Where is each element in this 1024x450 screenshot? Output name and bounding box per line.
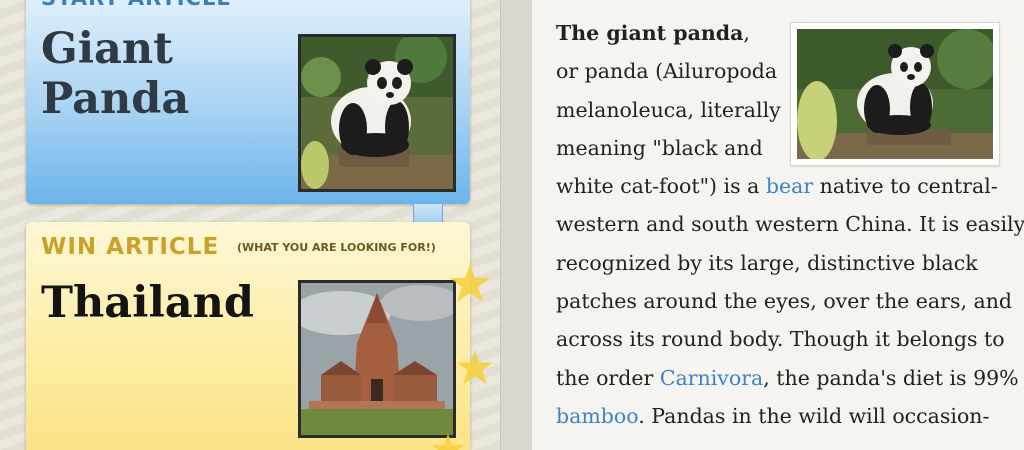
win-article-hint: (WHAT YOU ARE LOOKING FOR!) (237, 241, 436, 254)
article-body: The giant panda, or panda (Ailuropoda me… (556, 14, 1024, 435)
win-article-label: WIN ARTICLE (41, 234, 220, 260)
article-view[interactable]: The giant panda, or panda (Ailuropoda me… (532, 0, 1024, 450)
article-line: bamboo. Pandas in the wild will occasion… (556, 403, 990, 428)
start-article-title: Giant Panda (41, 24, 190, 124)
win-article-title: Thailand (41, 278, 254, 328)
panda-photo-icon (298, 34, 456, 192)
start-article-label: START ARTICLE (41, 0, 232, 10)
link-carnivora[interactable]: Carnivora (660, 366, 763, 390)
article-line: meaning "black and (556, 135, 763, 160)
article-line: melanoleuca, literally (556, 97, 781, 122)
temple-photo-icon (298, 280, 456, 438)
article-line: white cat-foot") is a bear native to cen… (556, 174, 998, 199)
article-line: western and south western China. It is e… (556, 212, 1024, 237)
game-panel: START ARTICLE Giant Panda (0, 0, 500, 450)
start-article-card[interactable]: START ARTICLE Giant Panda (26, 0, 470, 204)
article-line: the order Carnivora, the panda's diet is… (556, 365, 1019, 390)
article-line: patches around the eyes, over the ears, … (556, 289, 1013, 314)
article-line: or panda (Ailuropoda (556, 59, 778, 84)
link-bear[interactable]: bear (766, 174, 813, 198)
pane-divider (500, 0, 533, 450)
article-line: The giant panda, (556, 21, 750, 45)
article-line: recognized by its large, distinctive bla… (556, 250, 978, 275)
link-bamboo[interactable]: bamboo (556, 404, 638, 428)
article-line: across its round body. Though it belongs… (556, 327, 1005, 352)
win-article-card[interactable]: WIN ARTICLE (WHAT YOU ARE LOOKING FOR!) … (26, 222, 470, 450)
article-subject: The giant panda (556, 21, 744, 45)
